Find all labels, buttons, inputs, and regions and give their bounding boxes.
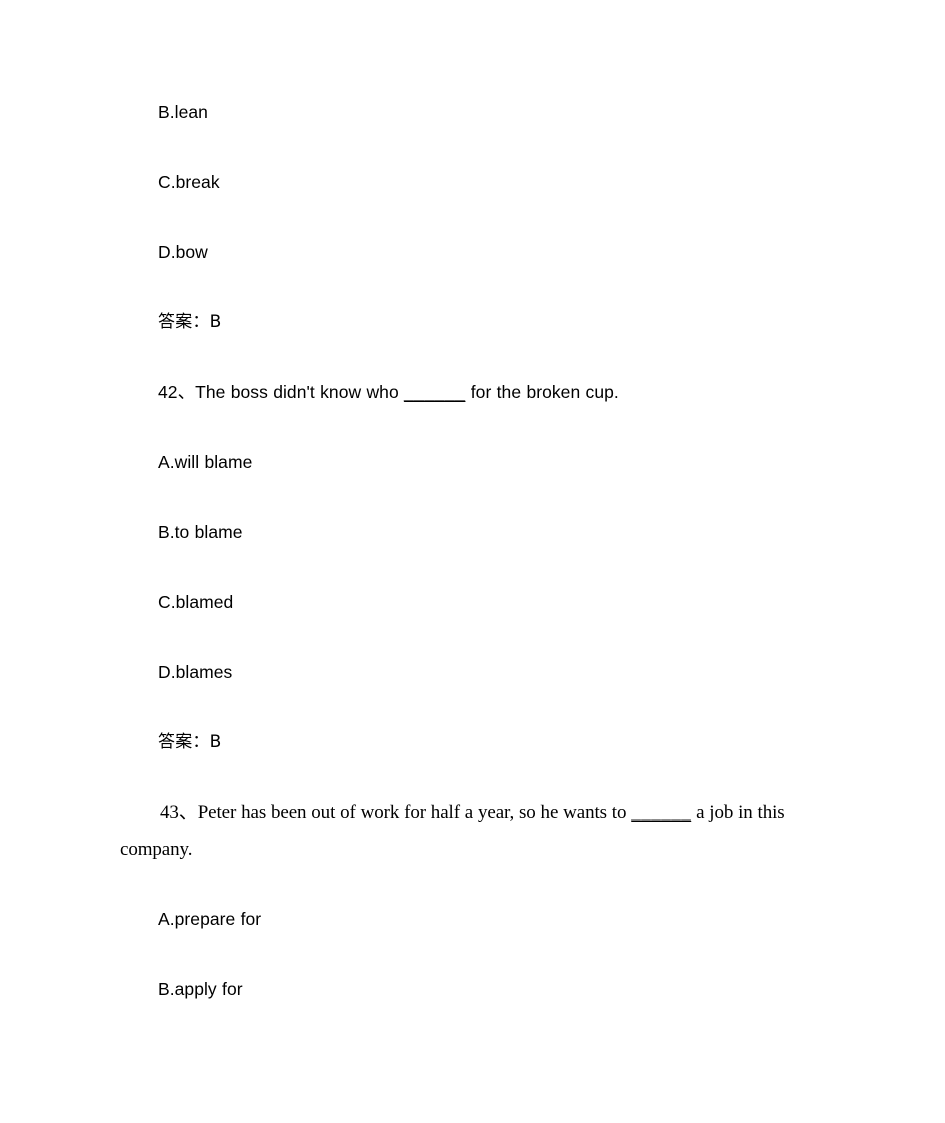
question-42-blank: ______ bbox=[404, 382, 466, 402]
option-c-break: C.break bbox=[158, 172, 220, 192]
option-d-blames: D.blames bbox=[158, 662, 233, 682]
question-43-before-blank: 43、Peter has been out of work for half a… bbox=[160, 802, 632, 823]
answer-line-41: 答案：B bbox=[158, 312, 222, 332]
question-43-blank: ______ bbox=[631, 802, 692, 823]
option-b-to-blame: B.to blame bbox=[158, 522, 243, 542]
option-a-will-blame: A.will blame bbox=[158, 452, 253, 472]
question-43: 43、Peter has been out of work for half a… bbox=[0, 794, 945, 901]
answer-line-42: 答案：B bbox=[158, 732, 222, 752]
question-42-before-blank: 42、The boss didn't know who bbox=[158, 382, 405, 402]
option-b-apply-for: B.apply for bbox=[158, 979, 243, 999]
question-42: 42、The boss didn't know who ______ for t… bbox=[0, 374, 945, 444]
option-a-prepare-for: A.prepare for bbox=[158, 909, 262, 929]
document-text-body: B.lean C.break D.bow 答案：B 42、The boss di… bbox=[0, 0, 945, 1041]
document-page: B.lean C.break D.bow 答案：B 42、The boss di… bbox=[0, 0, 945, 1123]
question-42-after-blank: for the broken cup. bbox=[465, 382, 619, 402]
option-c-blamed: C.blamed bbox=[158, 592, 234, 612]
option-b-lean: B.lean bbox=[158, 102, 208, 122]
option-d-bow: D.bow bbox=[158, 242, 208, 262]
